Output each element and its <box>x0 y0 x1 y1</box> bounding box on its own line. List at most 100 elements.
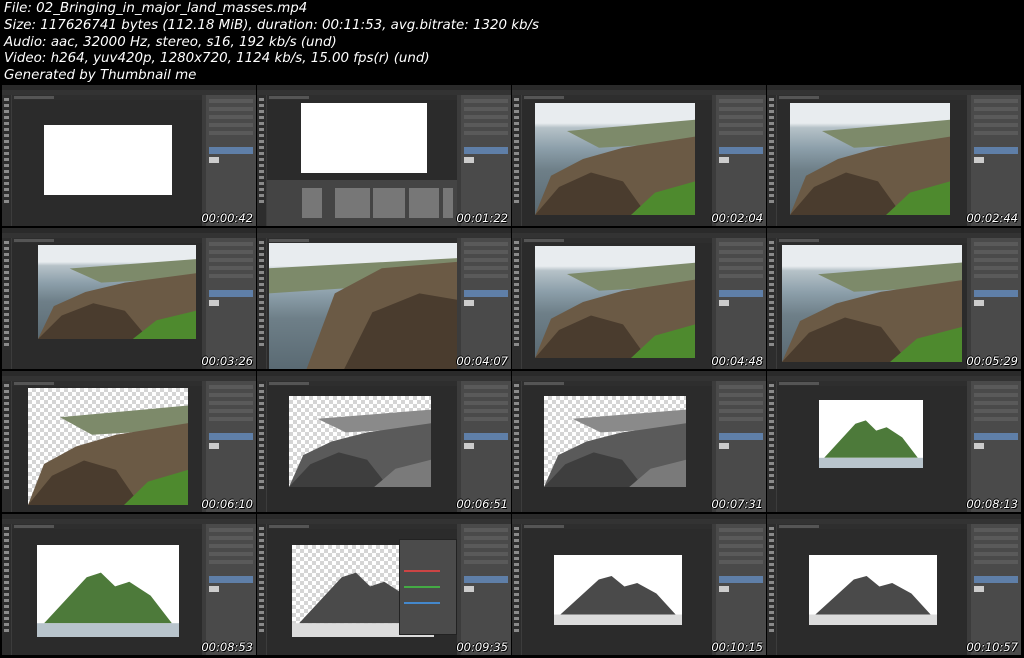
tool-icon <box>4 200 9 203</box>
tool-icon <box>4 343 9 346</box>
tool-icon <box>514 587 519 590</box>
adjustments-dialog <box>399 539 457 635</box>
document-canvas <box>535 246 695 358</box>
tool-icon <box>4 158 9 161</box>
panel-row <box>464 115 508 119</box>
tool-icon <box>514 182 519 185</box>
tool-icon <box>514 331 519 334</box>
tool-icon <box>259 414 264 417</box>
tool-icon <box>259 271 264 274</box>
video-thumbnail: 00:02:04 <box>512 85 766 226</box>
tool-icon <box>514 623 519 626</box>
video-thumbnail: 00:08:53 <box>2 514 256 655</box>
tool-icon <box>259 539 264 542</box>
panel-row <box>464 258 508 262</box>
tool-icon <box>4 581 9 584</box>
tool-icon <box>4 527 9 530</box>
tool-icon <box>259 295 264 298</box>
tool-icon <box>514 98 519 101</box>
tool-icon <box>259 283 264 286</box>
document-canvas <box>28 388 188 505</box>
tool-icon <box>514 563 519 566</box>
tool-icon <box>514 247 519 250</box>
document-canvas <box>38 245 196 339</box>
tool-icon <box>769 241 774 244</box>
panel-row <box>719 107 763 111</box>
tools-panel <box>512 238 521 369</box>
tools-panel <box>767 95 776 226</box>
tool-icon <box>4 104 9 107</box>
selected-layer <box>209 576 253 583</box>
tool-icon <box>259 301 264 304</box>
tool-icon <box>514 581 519 584</box>
tool-icon <box>514 295 519 298</box>
tools-panel <box>257 238 266 369</box>
tool-icon <box>259 599 264 602</box>
video-thumbnail: 00:06:10 <box>2 371 256 512</box>
tool-icon <box>769 116 774 119</box>
mini-bridge-thumbnail <box>335 188 370 218</box>
tool-icon <box>259 259 264 262</box>
tool-icon <box>514 140 519 143</box>
tool-icon <box>259 587 264 590</box>
tool-icon <box>769 164 774 167</box>
tool-icon <box>259 480 264 483</box>
tool-icon <box>769 319 774 322</box>
tool-icon <box>514 104 519 107</box>
tool-icon <box>769 200 774 203</box>
tool-icon <box>769 396 774 399</box>
tool-icon <box>514 152 519 155</box>
tool-icon <box>514 408 519 411</box>
tool-icon <box>4 402 9 405</box>
tool-icon <box>514 283 519 286</box>
tool-icon <box>259 343 264 346</box>
audio-info-line: Audio: aac, 32000 Hz, stereo, s16, 192 k… <box>4 34 337 50</box>
tool-icon <box>769 462 774 465</box>
tool-icon <box>259 253 264 256</box>
tool-icon <box>769 325 774 328</box>
layers-panel <box>461 381 511 512</box>
selected-layer <box>464 433 508 440</box>
tool-icon <box>769 593 774 596</box>
tool-icon <box>4 569 9 572</box>
panel-row <box>719 258 763 262</box>
tool-icon <box>4 468 9 471</box>
tool-icon <box>769 152 774 155</box>
tool-icon <box>514 319 519 322</box>
tool-icon <box>769 480 774 483</box>
tool-icon <box>4 170 9 173</box>
cliff-image <box>269 258 457 369</box>
tool-icon <box>259 98 264 101</box>
panel-row <box>719 99 763 103</box>
tool-icon <box>514 593 519 596</box>
tool-icon <box>769 438 774 441</box>
tools-panel <box>257 381 266 512</box>
tool-icon <box>259 462 264 465</box>
tool-icon <box>259 313 264 316</box>
tool-icon <box>514 444 519 447</box>
tools-panel <box>2 381 11 512</box>
panel-row <box>464 266 508 270</box>
video-thumbnail: 00:02:44 <box>767 85 1021 226</box>
tool-icon <box>259 247 264 250</box>
tool-icon <box>769 527 774 530</box>
panel-row <box>974 274 1018 278</box>
mini-bridge-thumbnail <box>373 188 405 218</box>
timestamp-label: 00:03:26 <box>201 354 253 368</box>
tool-icon <box>514 146 519 149</box>
tool-icon <box>4 426 9 429</box>
video-thumbnail: 00:04:07 <box>257 228 511 369</box>
tool-icon <box>769 134 774 137</box>
tool-icon <box>4 128 9 131</box>
cliff-image <box>28 405 188 505</box>
layer-thumbnail <box>719 300 729 306</box>
timestamp-label: 00:10:15 <box>711 640 763 654</box>
tool-icon <box>259 581 264 584</box>
tool-icon <box>4 575 9 578</box>
tool-icon <box>514 396 519 399</box>
tool-icon <box>769 128 774 131</box>
tools-panel <box>767 238 776 369</box>
tool-icon <box>4 325 9 328</box>
tool-icon <box>769 581 774 584</box>
tool-icon <box>259 527 264 530</box>
